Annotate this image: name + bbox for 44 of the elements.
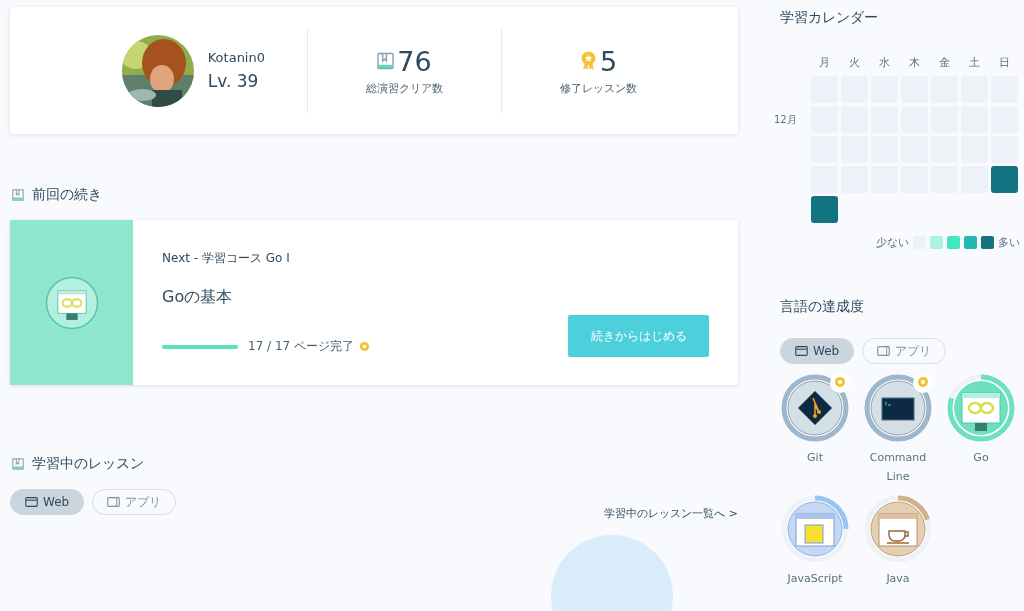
stat-value: 76 — [397, 45, 432, 77]
weekday-label: 木 — [908, 55, 921, 71]
progress-text: 17 / 17 ページ完了 — [248, 338, 355, 355]
calendar-title: 学習カレンダー — [780, 9, 879, 27]
weekday-label: 月 — [818, 55, 831, 71]
language-name: Command Line — [868, 450, 928, 485]
language-name: Go — [973, 450, 989, 466]
book-icon — [12, 189, 24, 201]
weekday-label: 火 — [848, 55, 861, 71]
user-level: Lv. 39 — [207, 71, 260, 91]
stat-label: 修了レッスン数 — [560, 80, 637, 96]
weekday-label: 水 — [878, 55, 891, 71]
book-icon — [12, 458, 24, 470]
achievement-title: 言語の達成度 — [780, 298, 865, 316]
weekday-label: 日 — [998, 55, 1011, 71]
section-heading: 学習中のレッスン — [32, 455, 144, 473]
browser-window-icon — [795, 346, 808, 356]
category-tab[interactable]: Web — [10, 489, 85, 515]
month-label: 12月 — [774, 112, 797, 127]
javascript-icon — [787, 501, 843, 558]
weekday-label: 金 — [938, 55, 951, 71]
book-icon — [377, 51, 395, 71]
stat-value: 5 — [599, 45, 618, 77]
language-name: Java — [886, 571, 910, 588]
legend-label: 少ない — [876, 235, 909, 250]
terminal-icon — [870, 380, 926, 436]
section-heading: 前回の続き — [32, 186, 102, 204]
go-icon — [953, 380, 1009, 436]
medal-icon — [579, 51, 597, 71]
app-window-icon — [107, 497, 121, 507]
legend-label: 多い — [998, 235, 1020, 250]
category-tab[interactable]: Web — [780, 338, 855, 364]
language-name: Git — [807, 450, 823, 466]
language-name: JavaScript — [787, 571, 843, 588]
coffee-cup-icon — [870, 501, 926, 558]
lesson-list-link[interactable]: 学習中のレッスン一覧へ > — [604, 506, 738, 521]
stat-label: 総演習クリア数 — [366, 80, 443, 96]
lesson-title: Goの基本 — [162, 287, 234, 308]
weekday-label: 土 — [968, 55, 981, 71]
app-window-icon — [877, 346, 891, 356]
git-icon — [787, 380, 843, 436]
course-name: Next - 学習コース Go Ⅰ — [162, 250, 291, 267]
browser-window-icon — [25, 497, 38, 507]
username: Kotanin0 — [207, 50, 265, 65]
